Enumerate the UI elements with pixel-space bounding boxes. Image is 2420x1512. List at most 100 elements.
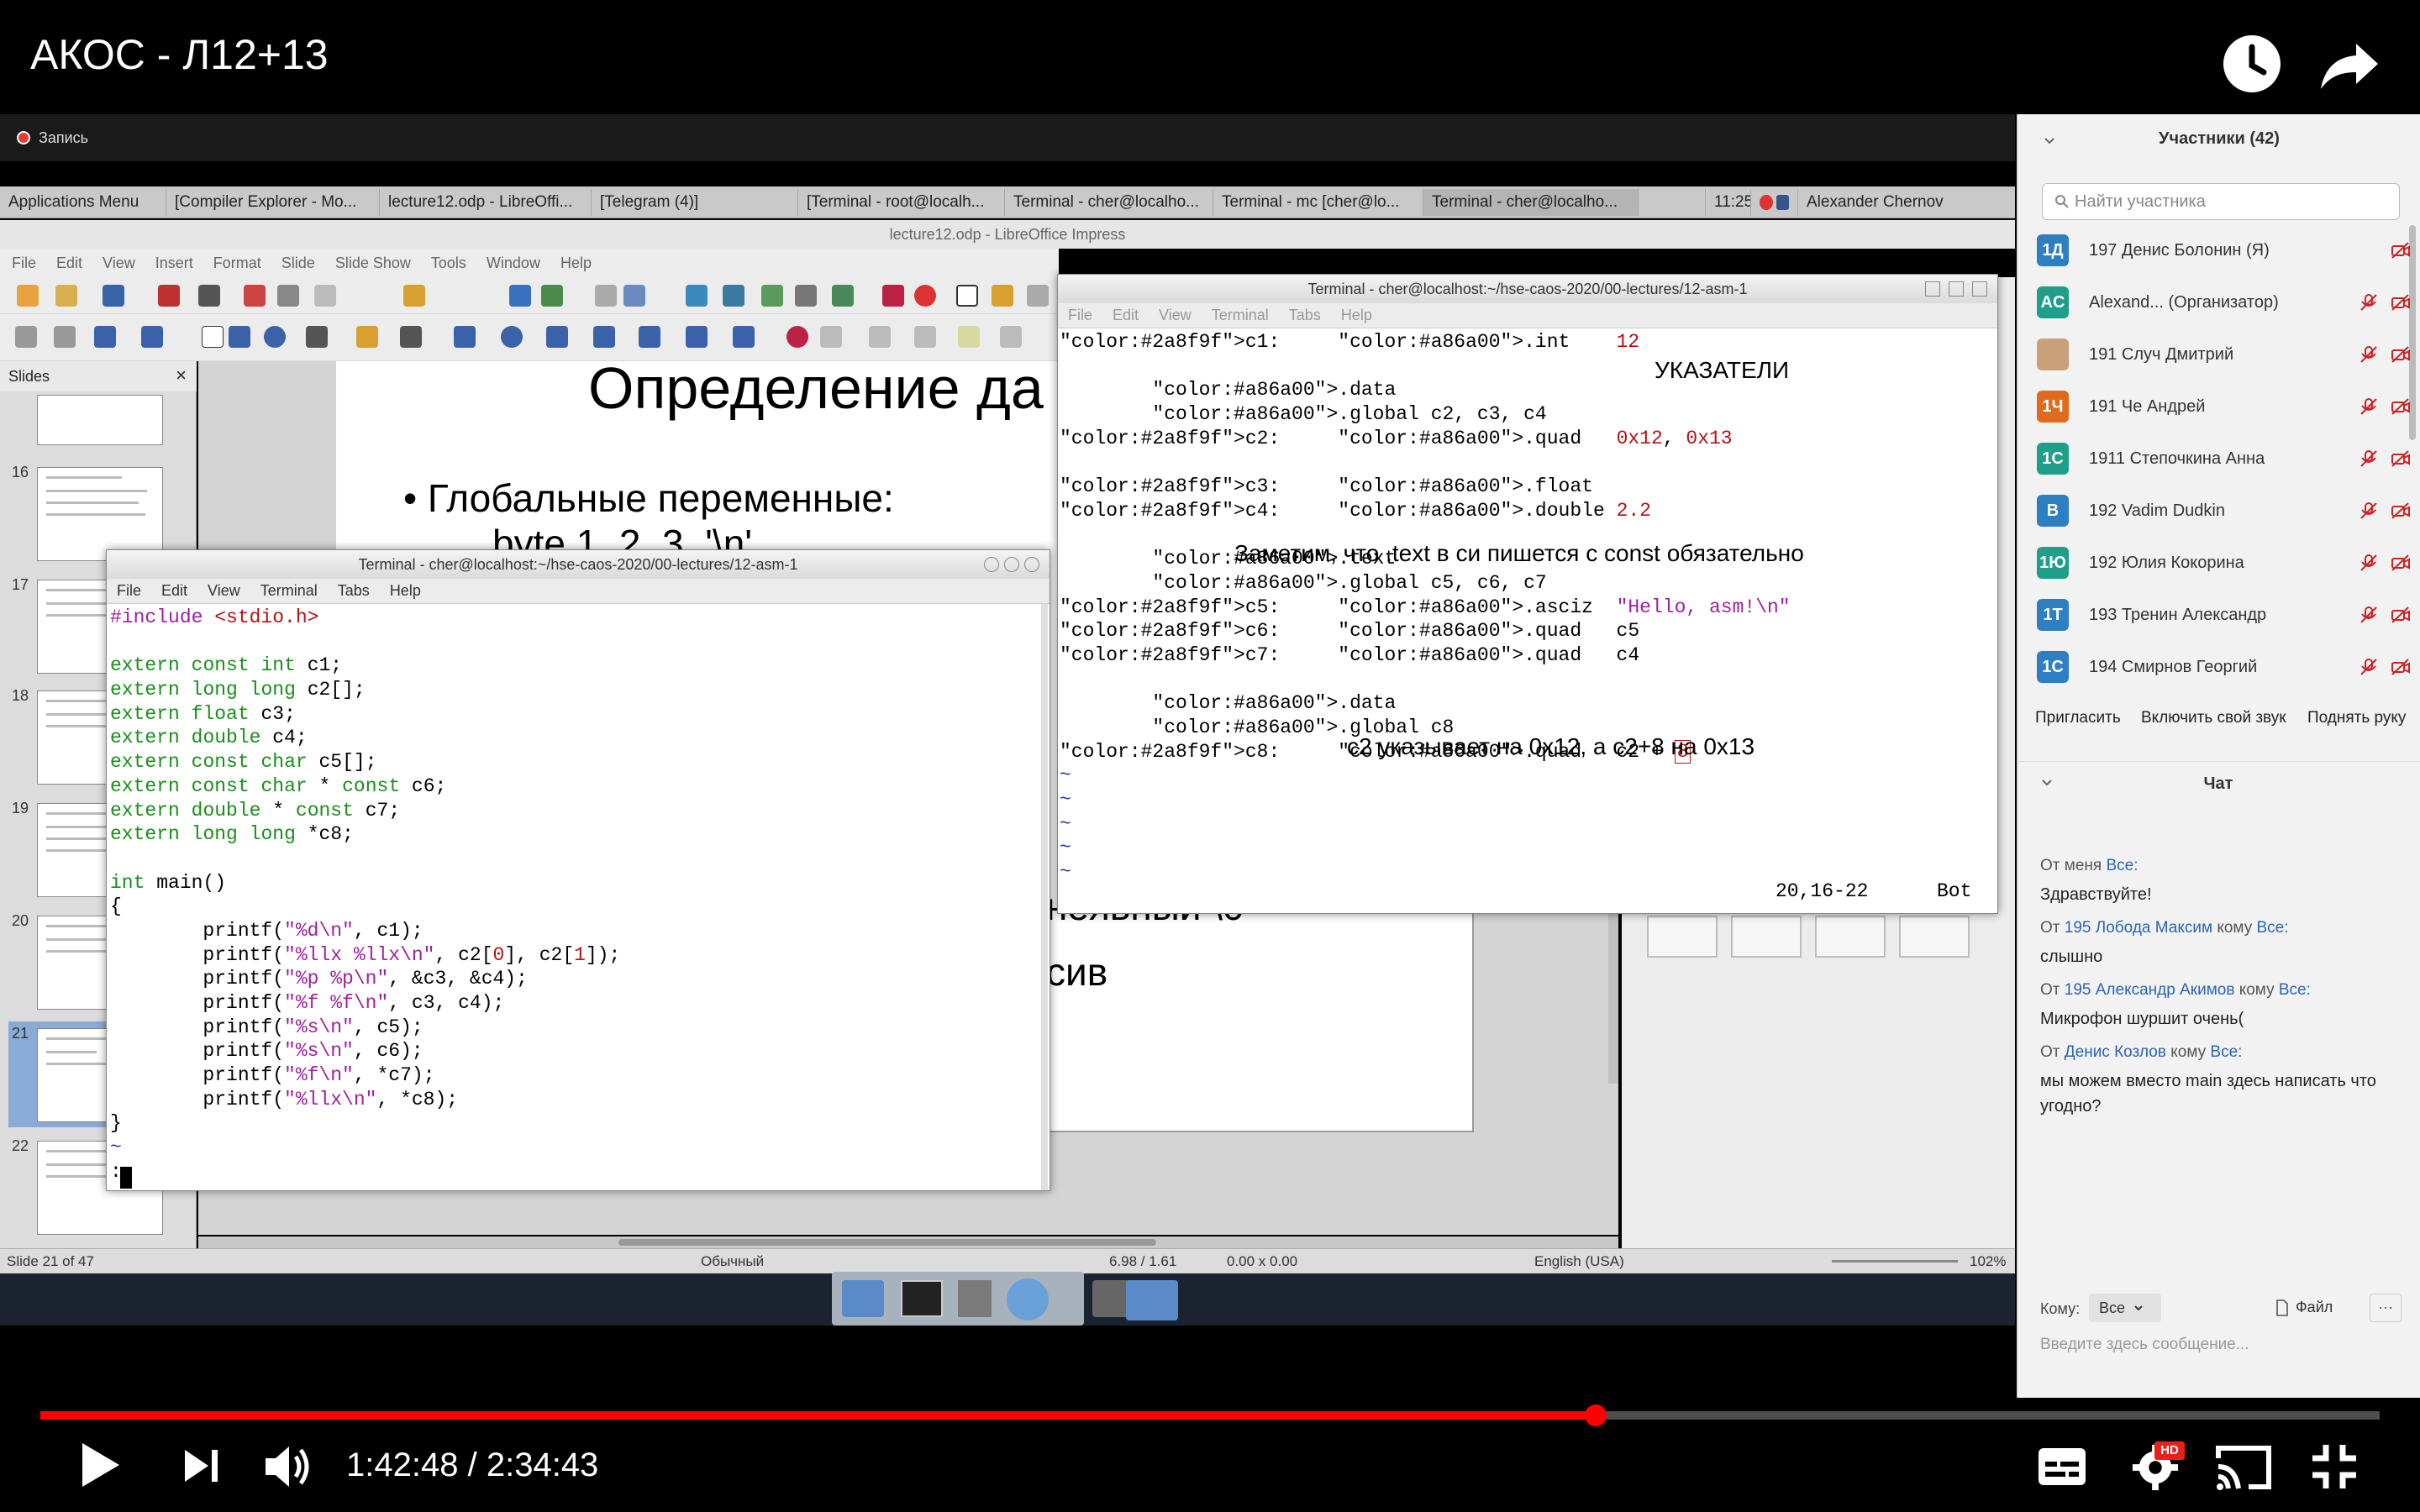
minimize-icon[interactable] [1925, 281, 1940, 297]
taskbar-applications-menu[interactable]: Applications Menu [0, 188, 166, 216]
next-icon[interactable] [180, 1445, 222, 1487]
participant-row[interactable]: 1Т 193 Тренин Александр [2037, 590, 2412, 640]
rectangle-icon[interactable] [229, 326, 250, 348]
menu-window[interactable]: Window [487, 255, 540, 272]
terminal-menu-edit[interactable]: Edit [1113, 307, 1139, 324]
fill-color-icon[interactable] [141, 326, 163, 348]
slideshow-icon[interactable] [686, 285, 708, 307]
image-icon[interactable] [832, 285, 854, 307]
curve-icon[interactable] [356, 326, 378, 348]
terminal-menu-edit[interactable]: Edit [161, 582, 187, 600]
filter-icon[interactable] [1000, 326, 1022, 348]
connector-icon[interactable] [400, 326, 422, 348]
grid-icon[interactable] [595, 285, 617, 307]
3d-objects-icon[interactable] [733, 326, 755, 348]
tray-red-icon[interactable] [1760, 194, 1773, 210]
taskbar-telegram[interactable]: [Telegram (4)] [592, 188, 798, 216]
chat-recipient-select[interactable]: Все [2089, 1294, 2161, 1322]
spellcheck-icon[interactable] [541, 285, 563, 307]
special-char-icon[interactable] [992, 285, 1013, 307]
textbox-icon[interactable] [956, 285, 978, 307]
menu-view[interactable]: View [103, 255, 135, 272]
zoom-slider[interactable] [1832, 1260, 1958, 1263]
rotate-icon[interactable] [786, 326, 808, 348]
table-icon[interactable] [795, 285, 817, 307]
arrange-icon[interactable] [869, 326, 891, 348]
chart-icon[interactable] [882, 285, 904, 307]
display-icon[interactable] [723, 285, 744, 307]
find-icon[interactable] [509, 285, 531, 307]
taskbar-terminal-cher-2[interactable]: Terminal - cher@localho... [1423, 188, 1639, 216]
terminal-scrollbar[interactable] [1041, 604, 1048, 1190]
menu-tools[interactable]: Tools [431, 255, 466, 272]
select-icon[interactable] [15, 326, 37, 348]
media-icon[interactable] [914, 285, 936, 307]
symbol-shapes-icon[interactable] [501, 326, 523, 348]
terminal-menu-tabs[interactable]: Tabs [1289, 307, 1321, 324]
terminal-window-asm[interactable]: Terminal - cher@localhost:~/hse-caos-202… [1057, 274, 1998, 914]
line-color-icon[interactable] [94, 326, 116, 348]
chevron-down-icon[interactable] [2043, 134, 2056, 148]
close-icon[interactable] [1972, 281, 1987, 297]
cast-icon[interactable] [2215, 1443, 2272, 1492]
print-icon[interactable] [198, 285, 220, 307]
terminal-menu-help[interactable]: Help [390, 582, 421, 600]
close-panel-icon[interactable]: × [176, 365, 187, 386]
terminal-menu-tabs[interactable]: Tabs [338, 582, 370, 600]
arrow-icon[interactable] [306, 326, 328, 348]
menu-slideshow[interactable]: Slide Show [335, 255, 411, 272]
slide-icon[interactable] [623, 285, 645, 307]
terminal-body[interactable]: "color:#2a8f9f">c1: "color:#a86a00">.int… [1058, 328, 1997, 913]
slide-thumbnail-15[interactable] [37, 395, 163, 445]
settings-icon[interactable] [958, 1280, 992, 1317]
menu-file[interactable]: File [12, 255, 36, 272]
terminal-icon[interactable] [901, 1280, 943, 1317]
stars-icon[interactable] [686, 326, 708, 348]
menu-format[interactable]: Format [213, 255, 261, 272]
maximize-icon[interactable] [1004, 557, 1019, 572]
new-icon[interactable] [17, 285, 39, 307]
callouts-icon[interactable] [639, 326, 660, 348]
volume-icon[interactable] [262, 1441, 316, 1492]
browser-icon[interactable] [1007, 1278, 1049, 1320]
layout-option[interactable] [1647, 916, 1718, 958]
terminal-menu-file[interactable]: File [117, 582, 141, 600]
invite-button[interactable]: Пригласить [2035, 709, 2121, 736]
open-icon[interactable] [55, 285, 77, 307]
undo-icon[interactable] [403, 285, 425, 307]
terminal-menu-terminal[interactable]: Terminal [1212, 307, 1269, 324]
chat-more-button[interactable]: ··· [2370, 1294, 2402, 1322]
participant-row[interactable]: 1Д 197 Денис Болонин (Я) [2037, 225, 2412, 276]
taskbar-terminal-root[interactable]: [Terminal - root@localh... [798, 188, 1005, 216]
participant-row[interactable]: В 192 Vadim Dudkin [2037, 486, 2412, 536]
maximize-icon[interactable] [1949, 281, 1964, 297]
tray-icons[interactable] [1751, 188, 1798, 216]
copy-icon[interactable] [277, 285, 299, 307]
chat-from[interactable]: 195 Лобода Максим [2065, 919, 2212, 937]
taskbar-user[interactable]: Alexander Chernov [1798, 189, 1949, 216]
menu-insert[interactable]: Insert [155, 255, 193, 272]
terminal-menu-terminal[interactable]: Terminal [260, 582, 318, 600]
line-tool-icon[interactable] [202, 326, 224, 348]
terminal-menu-view[interactable]: View [1159, 307, 1192, 324]
align-icon[interactable] [820, 326, 842, 348]
minimize-icon[interactable] [984, 557, 999, 572]
horizontal-scrollbar[interactable] [198, 1236, 1618, 1248]
menu-slide[interactable]: Slide [281, 255, 315, 272]
participant-row[interactable]: 1С 1911 Степочкина Анна [2037, 433, 2412, 484]
tray-network-icon[interactable] [1776, 194, 1789, 210]
chat-message-input[interactable]: Введите здесь сообщение... [2040, 1336, 2249, 1354]
participant-row[interactable]: 1С 194 Смирнов Георгий [2037, 642, 2412, 692]
layout-option[interactable] [1899, 916, 1970, 958]
chat-from[interactable]: 195 Александр Акимов [2065, 981, 2235, 999]
block-arrows-icon[interactable] [546, 326, 568, 348]
chat-from[interactable]: Денис Козлов [2065, 1043, 2166, 1061]
exit-fullscreen-icon[interactable] [2309, 1441, 2360, 1492]
export-pdf-icon[interactable] [158, 285, 180, 307]
terminal-menu-help[interactable]: Help [1341, 307, 1372, 324]
scrollbar-thumb[interactable] [618, 1239, 1156, 1246]
terminal-window-c[interactable]: Terminal - cher@localhost:~/hse-caos-202… [106, 549, 1050, 1191]
slide-thumbnail-16[interactable] [37, 467, 163, 561]
folder-icon[interactable] [1126, 1280, 1178, 1320]
shadow-icon[interactable] [914, 326, 936, 348]
